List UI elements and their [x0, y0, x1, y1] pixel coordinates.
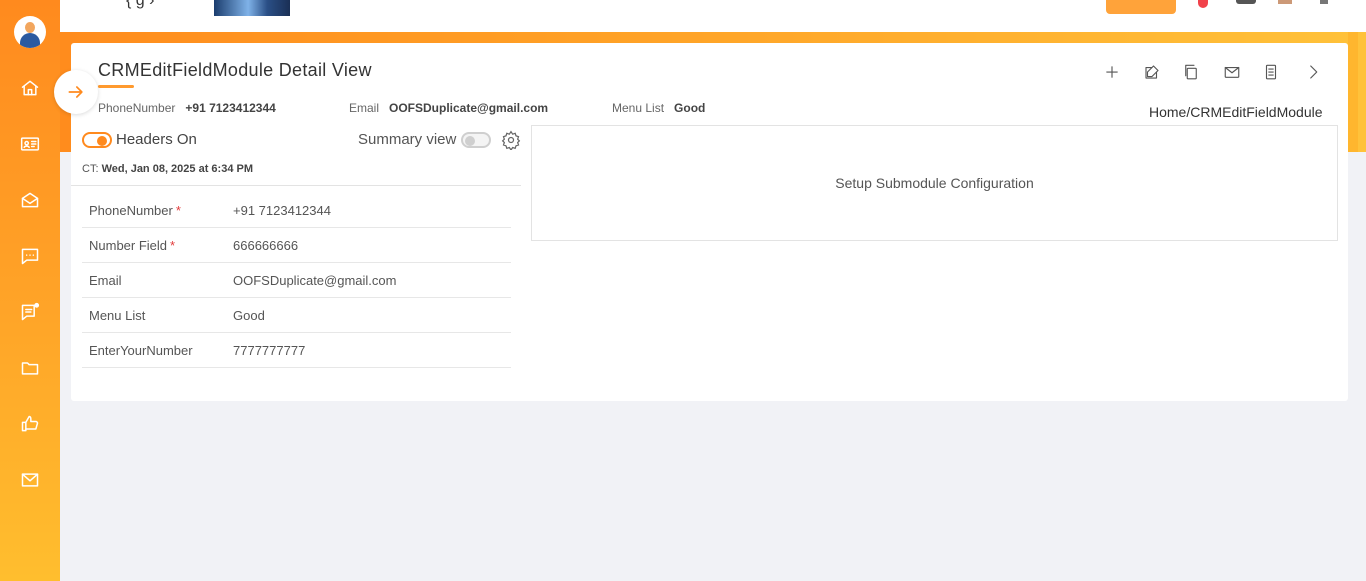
- top-action-button[interactable]: [1106, 0, 1176, 14]
- header-field-value: Good: [674, 101, 706, 115]
- mail-icon[interactable]: [18, 468, 42, 492]
- scroll-edge: [1348, 32, 1358, 152]
- submodule-panel[interactable]: Setup Submodule Configuration: [531, 125, 1338, 241]
- feedback-icon[interactable]: [18, 300, 42, 324]
- field-value[interactable]: OOFSDuplicate@gmail.com: [233, 273, 396, 288]
- table-row: Number Field * 666666666: [82, 228, 511, 263]
- header-field-phone: PhoneNumber +91 7123412344: [98, 101, 276, 115]
- field-label: Number Field: [89, 237, 168, 253]
- header-field-label: Email: [349, 101, 380, 115]
- detail-card: CRMEditFieldModule Detail View PhoneNumb…: [71, 43, 1348, 401]
- folder-icon[interactable]: [18, 356, 42, 380]
- envelope-open-icon[interactable]: [18, 188, 42, 212]
- created-time: CT: Wed, Jan 08, 2025 at 6:34 PM: [82, 163, 253, 175]
- table-row: Menu List Good: [82, 298, 511, 333]
- table-row: EnterYourNumber 7777777777: [82, 333, 511, 368]
- table-row: PhoneNumber * +91 7123412344: [82, 193, 511, 228]
- language-flag-icon[interactable]: [1278, 0, 1292, 4]
- required-marker: *: [175, 202, 181, 218]
- headers-toggle-label: Headers On: [116, 131, 197, 148]
- table-row: Email OOFSDuplicate@gmail.com: [82, 263, 511, 298]
- header-field-value: OOFSDuplicate@gmail.com: [389, 101, 549, 115]
- field-label: Menu List: [89, 307, 146, 323]
- edit-icon[interactable]: [1141, 61, 1163, 83]
- home-icon[interactable]: [18, 76, 42, 100]
- divider: [71, 185, 521, 186]
- field-value[interactable]: 7777777777: [233, 343, 305, 358]
- thumbs-up-icon[interactable]: [18, 412, 42, 436]
- header-field-label: PhoneNumber: [98, 101, 176, 115]
- header-field-value: +91 7123412344: [185, 101, 276, 115]
- avatar[interactable]: [14, 16, 46, 48]
- field-value[interactable]: 666666666: [233, 238, 298, 253]
- notification-dot-icon[interactable]: [1198, 0, 1208, 8]
- apps-icon[interactable]: [1236, 0, 1256, 4]
- field-label: EnterYourNumber: [89, 342, 193, 358]
- page-title: CRMEditFieldModule Detail View: [98, 60, 372, 80]
- banner-image: [214, 0, 290, 16]
- mail-icon[interactable]: [1221, 61, 1243, 83]
- chat-icon[interactable]: [18, 244, 42, 268]
- breadcrumb[interactable]: Home/CRMEditFieldModule: [1149, 104, 1323, 120]
- field-label: PhoneNumber: [89, 202, 173, 218]
- plus-icon[interactable]: [1101, 61, 1123, 83]
- sidebar: [0, 0, 60, 581]
- arrow-right-icon: [68, 86, 83, 98]
- sidebar-expand-button[interactable]: [54, 70, 98, 114]
- copy-icon[interactable]: [1180, 61, 1202, 83]
- detail-fields: PhoneNumber * +91 7123412344 Number Field…: [82, 193, 511, 368]
- contact-card-icon[interactable]: [18, 132, 42, 156]
- field-value[interactable]: +91 7123412344: [233, 203, 331, 218]
- gear-icon[interactable]: [501, 130, 523, 152]
- created-time-prefix: CT:: [82, 163, 99, 175]
- field-label: Email: [89, 272, 122, 288]
- summary-view-label: Summary view: [358, 131, 457, 148]
- header-field-label: Menu List: [612, 101, 665, 115]
- required-marker: *: [170, 237, 176, 253]
- top-bar-partial-text: { g ›: [126, 0, 155, 9]
- top-bar: { g ›: [60, 0, 1366, 32]
- title-underline: [98, 85, 134, 88]
- submodule-message: Setup Submodule Configuration: [835, 175, 1034, 191]
- chevron-right-icon[interactable]: [1302, 61, 1324, 83]
- header-field-menu-list: Menu List Good: [612, 101, 705, 115]
- created-time-value: Wed, Jan 08, 2025 at 6:34 PM: [101, 163, 253, 175]
- document-icon[interactable]: [1260, 61, 1282, 83]
- field-value[interactable]: Good: [233, 308, 265, 323]
- summary-view-toggle[interactable]: [461, 132, 491, 148]
- more-icon[interactable]: [1320, 0, 1328, 4]
- headers-toggle[interactable]: [82, 132, 112, 148]
- header-field-email: Email OOFSDuplicate@gmail.com: [349, 101, 548, 115]
